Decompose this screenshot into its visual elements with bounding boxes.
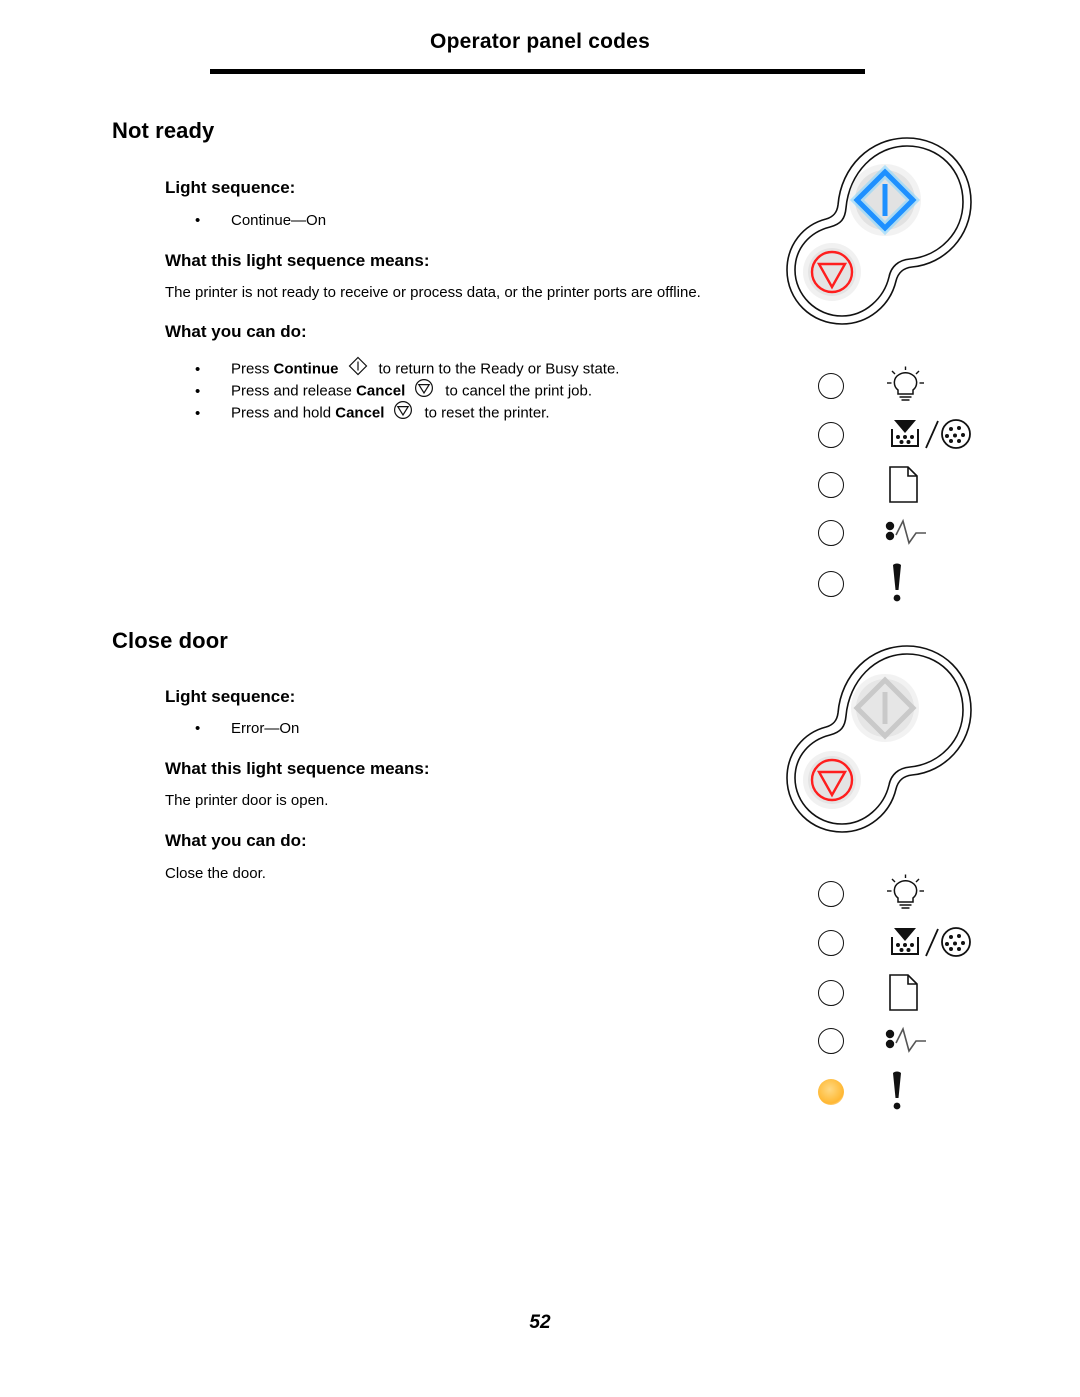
toner-light	[818, 422, 844, 448]
action-key-name: Cancel	[356, 382, 406, 400]
action-pre: Press and release	[231, 382, 357, 400]
what-means-heading-1: What this light sequence means:	[165, 251, 430, 270]
paper-jam-light	[818, 520, 844, 546]
paper-jam-light-row	[818, 1021, 938, 1061]
running-header-title: Operator panel codes	[430, 30, 650, 53]
what-you-can-do-heading-2: What you can do:	[165, 831, 307, 850]
lightbulb-icon	[882, 874, 928, 914]
lightbulb-icon	[882, 366, 928, 406]
meaning-text-1: The printer is not ready to receive or p…	[165, 284, 701, 301]
bullet-marker: •	[195, 720, 201, 737]
cancel-button	[803, 243, 861, 301]
operator-panel-illustration-1	[757, 132, 982, 352]
error-light	[818, 1079, 844, 1105]
header-rule	[210, 69, 865, 74]
toner-cartridge-icon	[882, 415, 978, 455]
action-key-name: Continue	[273, 360, 339, 378]
list-item: • Error—On	[195, 718, 299, 740]
list-item: • Press and hold Cancel to reset the pri…	[195, 399, 550, 428]
action-text-2: Close the door.	[165, 865, 266, 882]
cancel-key-icon	[392, 399, 414, 428]
toner-light-row	[818, 923, 978, 963]
bullet-marker: •	[195, 404, 201, 422]
paper-jam-light	[818, 1028, 844, 1054]
light-sequence-item: Error—On	[231, 720, 300, 737]
light-sequence-heading-1: Light sequence:	[165, 178, 296, 197]
list-item: • Continue—On	[195, 210, 326, 232]
action-pre: Press	[231, 360, 274, 378]
action-line: Press and hold Cancel to reset the print…	[231, 399, 550, 428]
exclamation-icon	[882, 1070, 912, 1114]
toner-light	[818, 930, 844, 956]
page-number: 52	[529, 1312, 551, 1333]
paper-jam-icon	[882, 513, 938, 553]
error-light	[818, 571, 844, 597]
action-post: to reset the printer.	[424, 404, 550, 422]
toner-light-row	[818, 415, 978, 455]
toner-cartridge-icon	[882, 923, 978, 963]
meaning-text-2: The printer door is open.	[165, 792, 329, 809]
action-post: to return to the Ready or Busy state.	[378, 360, 620, 378]
paper-sheet-icon	[882, 464, 928, 506]
paper-jam-icon	[882, 1021, 938, 1061]
load-paper-light	[818, 980, 844, 1006]
load-paper-light	[818, 472, 844, 498]
continue-button-unlit	[851, 674, 919, 742]
action-key-name: Cancel	[335, 404, 385, 422]
action-pre: Press and hold	[231, 404, 336, 422]
cancel-button	[803, 751, 861, 809]
what-you-can-do-heading-1: What you can do:	[165, 322, 307, 341]
continue-button-lit	[849, 164, 921, 236]
ready-light-row	[818, 874, 928, 914]
paper-sheet-icon	[882, 972, 928, 1014]
section-title-not-ready: Not ready	[112, 118, 215, 143]
load-paper-light-row	[818, 464, 928, 506]
what-means-heading-2: What this light sequence means:	[165, 759, 430, 778]
ready-light-row	[818, 366, 928, 406]
exclamation-icon	[882, 562, 912, 606]
section-title-close-door: Close door	[112, 628, 228, 653]
paper-jam-light-row	[818, 513, 938, 553]
action-post: to cancel the print job.	[445, 382, 593, 400]
light-sequence-heading-2: Light sequence:	[165, 687, 296, 706]
ready-light	[818, 373, 844, 399]
error-light-row	[818, 562, 912, 606]
document-page: Operator panel codes Not ready Light seq…	[0, 0, 1080, 1397]
light-sequence-item: Continue—On	[231, 212, 327, 229]
ready-light	[818, 881, 844, 907]
operator-panel-illustration-2	[757, 640, 982, 860]
bullet-marker: •	[195, 212, 201, 229]
error-light-row	[818, 1070, 912, 1114]
load-paper-light-row	[818, 972, 928, 1014]
